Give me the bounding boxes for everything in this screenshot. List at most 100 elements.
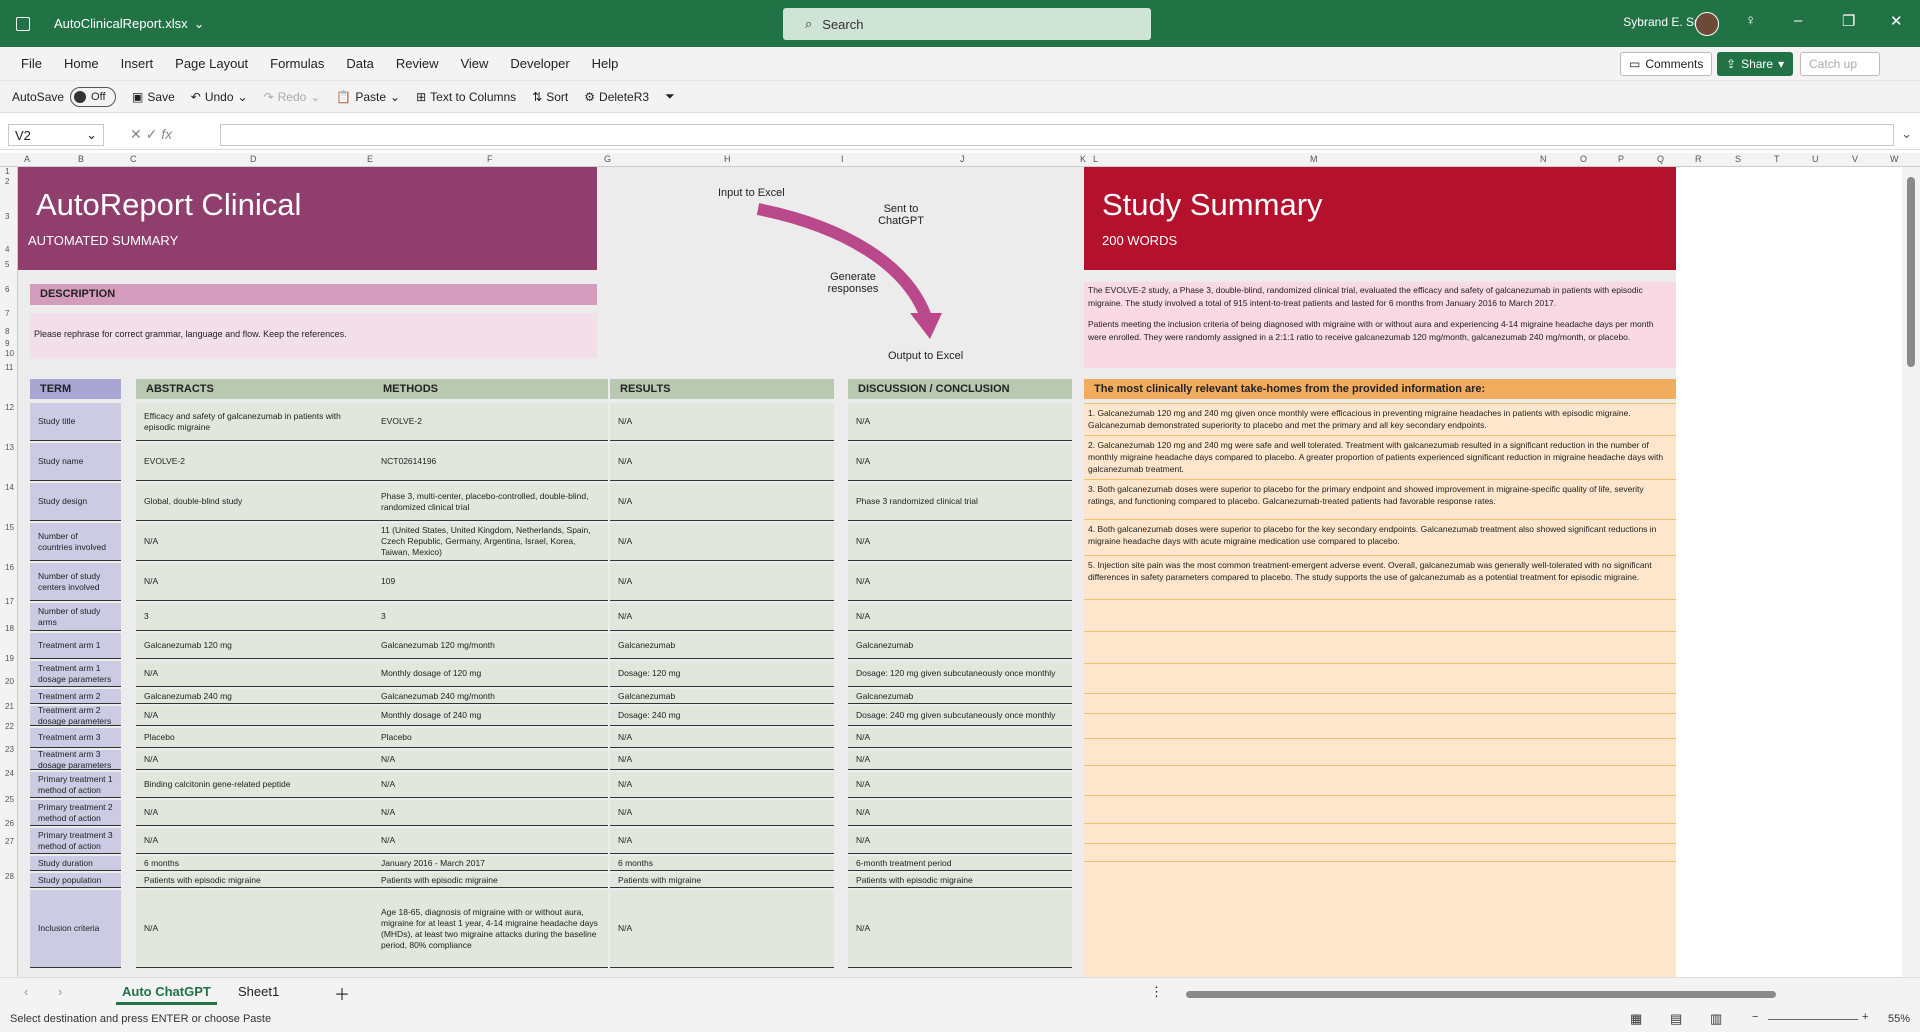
comments-button[interactable]: ▭ Comments: [1620, 52, 1713, 76]
column-header[interactable]: F: [487, 154, 493, 164]
row-header[interactable]: 5: [5, 260, 9, 269]
scroll-thumb[interactable]: [1186, 991, 1776, 998]
column-header[interactable]: K: [1080, 154, 1086, 164]
row-header[interactable]: 27: [5, 837, 14, 846]
table-cell[interactable]: N/A: [848, 750, 1072, 770]
column-header[interactable]: J: [960, 154, 965, 164]
term-cell[interactable]: Primary treatment 1 method of action: [30, 772, 121, 798]
page-break-view-icon[interactable]: ▥: [1710, 1011, 1722, 1027]
share-button[interactable]: ⇪ Share ▾: [1717, 52, 1794, 76]
table-cell[interactable]: N/A: [848, 443, 1072, 481]
table-cell[interactable]: Placebo: [136, 728, 376, 748]
table-cell[interactable]: 3: [373, 603, 608, 631]
column-header[interactable]: M: [1310, 154, 1318, 164]
table-cell[interactable]: N/A: [373, 828, 608, 854]
table-cell[interactable]: Phase 3, multi-center, placebo-controlle…: [373, 483, 608, 521]
close-icon[interactable]: ✕: [1890, 12, 1903, 30]
row-header[interactable]: 17: [5, 597, 14, 606]
takehomes-panel[interactable]: 1. Galcanezumab 120 mg and 240 mg given …: [1084, 403, 1676, 977]
term-cell[interactable]: Treatment arm 1: [30, 633, 121, 659]
table-cell[interactable]: Monthly dosage of 240 mg: [373, 706, 608, 726]
row-header[interactable]: 4: [5, 245, 9, 254]
search-box[interactable]: ⌕ Search: [783, 8, 1151, 40]
term-cell[interactable]: Treatment arm 2 dosage parameters: [30, 706, 121, 726]
menu-view[interactable]: View: [449, 56, 499, 71]
table-cell[interactable]: N/A: [848, 523, 1072, 561]
table-cell[interactable]: N/A: [610, 728, 834, 748]
table-cell[interactable]: January 2016 - March 2017: [373, 856, 608, 871]
table-cell[interactable]: N/A: [136, 800, 376, 826]
table-cell[interactable]: EVOLVE-2: [136, 443, 376, 481]
menu-page-layout[interactable]: Page Layout: [164, 56, 259, 71]
table-cell[interactable]: N/A: [610, 443, 834, 481]
column-header[interactable]: I: [841, 154, 844, 164]
term-cell[interactable]: Study design: [30, 483, 121, 521]
table-cell[interactable]: N/A: [848, 403, 1072, 441]
prev-sheet-icon[interactable]: ‹: [24, 984, 28, 999]
table-cell[interactable]: Dosage: 240 mg: [610, 706, 834, 726]
row-header[interactable]: 1: [5, 167, 9, 176]
tab-sheet1[interactable]: Sheet1: [238, 984, 279, 999]
row-header[interactable]: 12: [5, 403, 14, 412]
row-header[interactable]: 21: [5, 702, 14, 711]
table-cell[interactable]: N/A: [136, 706, 376, 726]
row-header[interactable]: 8: [5, 327, 9, 336]
empty-area[interactable]: [1676, 167, 1902, 977]
horizontal-scrollbar[interactable]: [1176, 989, 1896, 999]
term-cell[interactable]: Primary treatment 2 method of action: [30, 800, 121, 826]
table-cell[interactable]: N/A: [610, 523, 834, 561]
table-cell[interactable]: Patients with episodic migraine: [136, 873, 376, 888]
row-header[interactable]: 19: [5, 654, 14, 663]
table-cell[interactable]: N/A: [373, 772, 608, 798]
scroll-thumb[interactable]: [1907, 177, 1915, 367]
expand-formula-icon[interactable]: ⌄: [1901, 126, 1912, 142]
table-cell[interactable]: Efficacy and safety of galcanezumab in p…: [136, 403, 376, 441]
table-cell[interactable]: N/A: [373, 800, 608, 826]
table-cell[interactable]: N/A: [848, 563, 1072, 601]
zoom-level[interactable]: 55%: [1888, 1013, 1910, 1025]
term-cell[interactable]: Number of study centers involved: [30, 563, 121, 601]
normal-view-icon[interactable]: ▦: [1630, 1011, 1642, 1027]
term-cell[interactable]: Number of study arms: [30, 603, 121, 631]
row-header[interactable]: 25: [5, 795, 14, 804]
table-cell[interactable]: Galcanezumab: [848, 633, 1072, 659]
term-cell[interactable]: Primary treatment 3 method of action: [30, 828, 121, 854]
sort-button[interactable]: ⇅ Sort: [532, 90, 568, 104]
column-header[interactable]: T: [1774, 154, 1780, 164]
table-cell[interactable]: 11 (United States, United Kingdom, Nethe…: [373, 523, 608, 561]
table-cell[interactable]: Galcanezumab 240 mg: [136, 689, 376, 704]
add-sheet-icon[interactable]: ＋: [334, 981, 350, 1005]
table-cell[interactable]: N/A: [610, 603, 834, 631]
table-cell[interactable]: EVOLVE-2: [373, 403, 608, 441]
table-cell[interactable]: N/A: [136, 563, 376, 601]
row-header[interactable]: 3: [5, 212, 9, 221]
table-cell[interactable]: Dosage: 240 mg given subcutaneously once…: [848, 706, 1072, 726]
minimize-icon[interactable]: –: [1794, 12, 1802, 29]
table-cell[interactable]: N/A: [610, 772, 834, 798]
table-cell[interactable]: N/A: [136, 828, 376, 854]
cancel-icon[interactable]: ✕: [130, 126, 142, 142]
term-cell[interactable]: Study title: [30, 403, 121, 441]
table-cell[interactable]: N/A: [848, 728, 1072, 748]
table-cell[interactable]: Galcanezumab 120 mg: [136, 633, 376, 659]
column-header[interactable]: A: [24, 154, 30, 164]
term-cell[interactable]: Inclusion criteria: [30, 890, 121, 968]
row-header[interactable]: 11: [5, 363, 13, 372]
table-cell[interactable]: N/A: [610, 403, 834, 441]
next-sheet-icon[interactable]: ›: [58, 984, 62, 999]
term-cell[interactable]: Treatment arm 3: [30, 728, 121, 748]
table-cell[interactable]: Dosage: 120 mg: [610, 661, 834, 687]
row-header[interactable]: 6: [5, 285, 9, 294]
table-cell[interactable]: Global, double-blind study: [136, 483, 376, 521]
table-cell[interactable]: N/A: [136, 890, 376, 968]
row-header[interactable]: 23: [5, 745, 14, 754]
table-cell[interactable]: Galcanezumab 120 mg/month: [373, 633, 608, 659]
table-cell[interactable]: N/A: [610, 750, 834, 770]
row-header[interactable]: 20: [5, 677, 14, 686]
table-cell[interactable]: Galcanezumab 240 mg/month: [373, 689, 608, 704]
row-header[interactable]: 22: [5, 722, 14, 731]
table-cell[interactable]: 6 months: [610, 856, 834, 871]
menu-insert[interactable]: Insert: [110, 56, 165, 71]
column-header[interactable]: D: [250, 154, 257, 164]
term-cell[interactable]: Study population: [30, 873, 121, 888]
